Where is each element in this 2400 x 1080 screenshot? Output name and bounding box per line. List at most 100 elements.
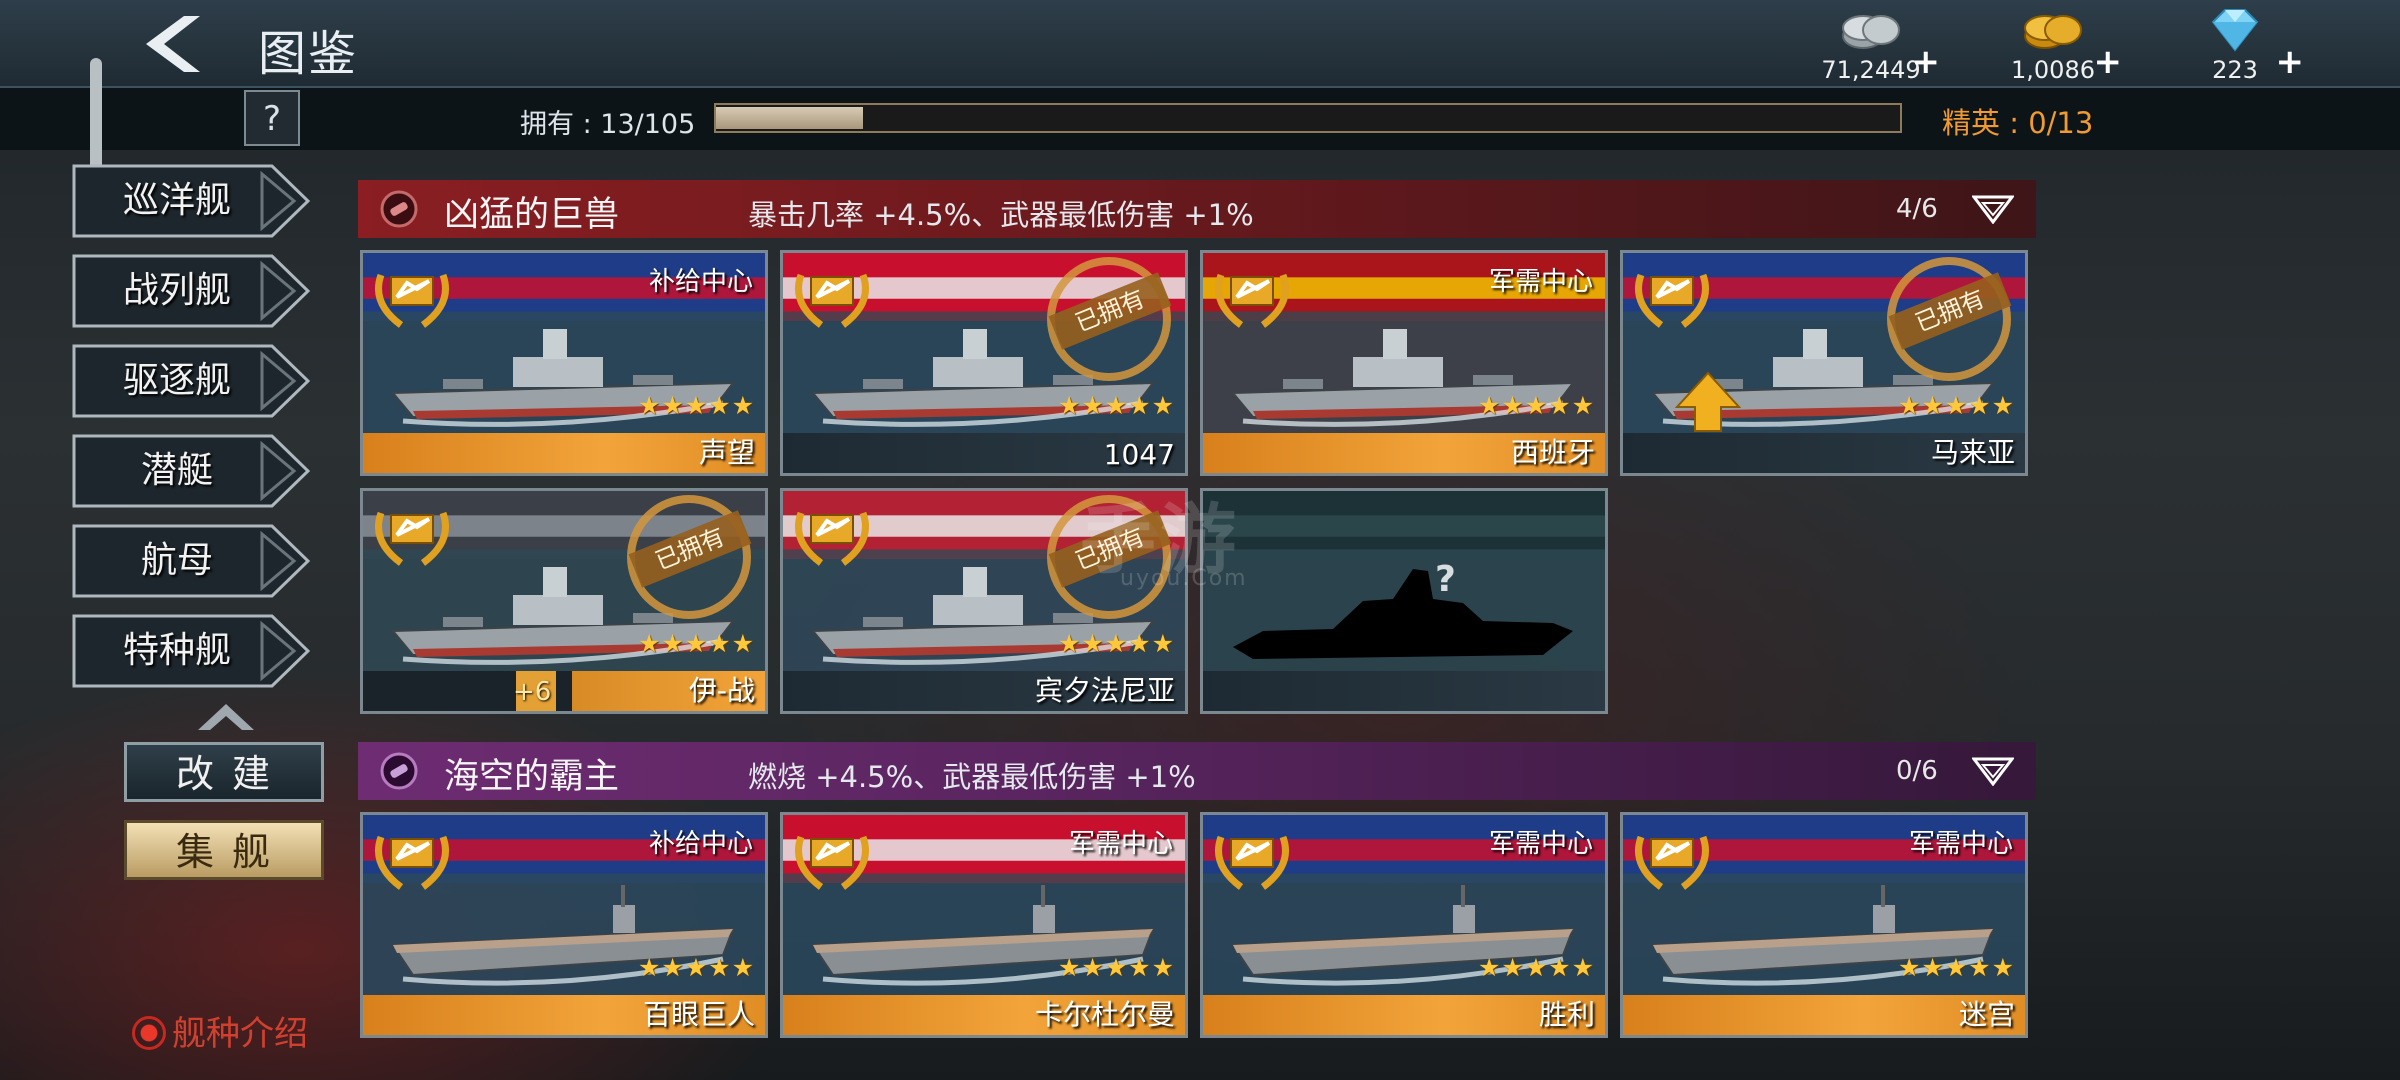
unknown-ship-mark: ? (1435, 559, 1456, 600)
ship-name: 迷宫 (1958, 998, 2015, 1031)
back-button[interactable] (140, 14, 210, 74)
star-rating: ★★★★★ (637, 953, 755, 982)
gold-currency: 1,0086 + (1988, 4, 2122, 84)
star-rating: ★★★★★ (1477, 391, 1595, 420)
watermark-url: uyou.Com (1120, 566, 1248, 591)
group-emblem-icon (380, 752, 418, 790)
side-tab-1[interactable]: 战列舰 (72, 252, 312, 330)
ship-card[interactable]: 补给中心 ★★★★★ 百眼巨人 (360, 812, 768, 1038)
diamond-currency: 223 + (2170, 4, 2304, 84)
rank-laurel-icon (1635, 273, 1709, 328)
ship-name: 西班牙 (1510, 436, 1595, 469)
rank-laurel-icon (375, 835, 449, 890)
star-rating: ★★★★★ (1897, 391, 2015, 420)
group-name: 海空的霸主 (444, 757, 620, 797)
group-emblem-icon (380, 190, 418, 228)
group-name: 凶猛的巨兽 (444, 195, 620, 235)
gold-coin-icon (2024, 15, 2082, 49)
owned-stamp: 已拥有 (627, 495, 755, 623)
side-tab-2[interactable]: 驱逐舰 (72, 342, 312, 420)
owned-stamp: 已拥有 (1047, 257, 1175, 385)
ship-source: 军需中心 (1908, 829, 2013, 859)
ship-name: 伊-战 (688, 674, 755, 707)
locked-ship-silhouette (1233, 569, 1573, 659)
group-count: 0/6 (1896, 756, 1938, 786)
ship-name: 胜利 (1538, 998, 1595, 1031)
scroll-up-icon[interactable] (196, 702, 256, 732)
ship-card[interactable]: ★★★★★ 已拥有 +6 伊-战 (360, 488, 768, 714)
intro-label: 舰种介绍 (172, 1014, 308, 1054)
expand-triangle-icon[interactable] (1972, 194, 2014, 224)
star-rating: ★★★★★ (1057, 629, 1175, 658)
ship-card[interactable]: ★★★★★ 已拥有 1047 (780, 250, 1188, 476)
star-rating: ★★★★★ (1477, 953, 1595, 982)
side-tab-label: 驱逐舰 (122, 360, 231, 401)
ship-card[interactable]: 军需中心 ★★★★★ 胜利 (1200, 812, 1608, 1038)
group-header-fierce-beast[interactable]: 凶猛的巨兽 暴击几率 +4.5%、武器最低伤害 +1% 4/6 (358, 180, 2036, 238)
ship-name: 声望 (698, 436, 755, 469)
group-count: 4/6 (1896, 194, 1938, 224)
owned-count: 拥有 : 13/105 (520, 109, 696, 140)
ship-level: +6 (513, 677, 552, 707)
collection-progress-bar (714, 103, 1902, 133)
side-tab-3[interactable]: 潜艇 (72, 432, 312, 510)
ship-name: 卡尔杜尔曼 (1034, 998, 1175, 1031)
expand-triangle-icon[interactable] (1972, 756, 2014, 786)
progress-fill (716, 107, 863, 129)
star-rating: ★★★★★ (1897, 953, 2015, 982)
side-tab-label: 特种舰 (122, 630, 231, 671)
silver-coin-icon (1842, 15, 1900, 49)
ship-source: 补给中心 (648, 267, 753, 297)
chevron-left-icon (146, 16, 200, 72)
star-rating: ★★★★★ (1057, 953, 1175, 982)
ship-card[interactable]: ★★★★★ 已拥有 马来亚 (1620, 250, 2028, 476)
diamond-icon (2211, 9, 2259, 52)
ship-card[interactable]: 补给中心 ★★★★★ 声望 (360, 250, 768, 476)
ship-name: 百眼巨人 (642, 998, 755, 1031)
ship-source: 军需中心 (1488, 267, 1593, 297)
rank-laurel-icon (795, 511, 869, 566)
rank-laurel-icon (1635, 835, 1709, 890)
rank-laurel-icon (795, 835, 869, 890)
add-silver-button[interactable]: + (1912, 42, 1941, 82)
name-bar (1203, 671, 1605, 711)
side-tab-0[interactable]: 巡洋舰 (72, 162, 312, 240)
ship-card[interactable]: ? (1200, 488, 1608, 714)
ship-name: 1047 (1103, 438, 1175, 471)
side-tab-5[interactable]: 特种舰 (72, 612, 312, 690)
ship-type-intro-button[interactable]: 舰种介绍 (132, 1006, 308, 1055)
ship-card[interactable]: 军需中心 ★★★★★ 卡尔杜尔曼 (780, 812, 1188, 1038)
owned-stamp: 已拥有 (1887, 257, 2015, 385)
group-header-sea-air-overlord[interactable]: 海空的霸主 燃烧 +4.5%、武器最低伤害 +1% 0/6 (358, 742, 2036, 800)
ship-card[interactable]: 军需中心 ★★★★★ 西班牙 (1200, 250, 1608, 476)
page-title: 图鉴 (258, 26, 359, 82)
add-diamond-button[interactable]: + (2276, 42, 2305, 82)
group-bonus: 燃烧 +4.5%、武器最低伤害 +1% (748, 760, 1196, 794)
ship-source: 补给中心 (648, 829, 753, 859)
rank-laurel-icon (1215, 835, 1289, 890)
side-tab-label: 巡洋舰 (122, 180, 231, 221)
rank-laurel-icon (1215, 273, 1289, 328)
side-tab-label: 潜艇 (140, 450, 213, 491)
star-rating: ★★★★★ (637, 629, 755, 658)
collect-ships-button[interactable]: 集舰 (124, 820, 324, 880)
star-rating: ★★★★★ (1057, 391, 1175, 420)
ship-name: 宾夕法尼亚 (1034, 674, 1175, 707)
record-icon (132, 1016, 166, 1050)
group-bonus: 暴击几率 +4.5%、武器最低伤害 +1% (748, 198, 1254, 232)
rank-laurel-icon (375, 273, 449, 328)
ship-source: 军需中心 (1068, 829, 1173, 859)
help-button[interactable]: ? (244, 90, 300, 146)
elite-count: 精英 : 0/13 (1942, 106, 2094, 140)
star-rating: ★★★★★ (637, 391, 755, 420)
side-tab-label: 战列舰 (122, 270, 231, 311)
ship-card[interactable]: 军需中心 ★★★★★ 迷宫 (1620, 812, 2028, 1038)
rank-laurel-icon (795, 273, 869, 328)
rank-laurel-icon (375, 511, 449, 566)
side-tab-4[interactable]: 航母 (72, 522, 312, 600)
ship-source: 军需中心 (1488, 829, 1593, 859)
silver-currency: 71,2449 + (1806, 4, 1940, 84)
side-tab-label: 航母 (140, 540, 213, 581)
add-gold-button[interactable]: + (2094, 42, 2123, 82)
modify-button[interactable]: 改建 (124, 742, 324, 802)
